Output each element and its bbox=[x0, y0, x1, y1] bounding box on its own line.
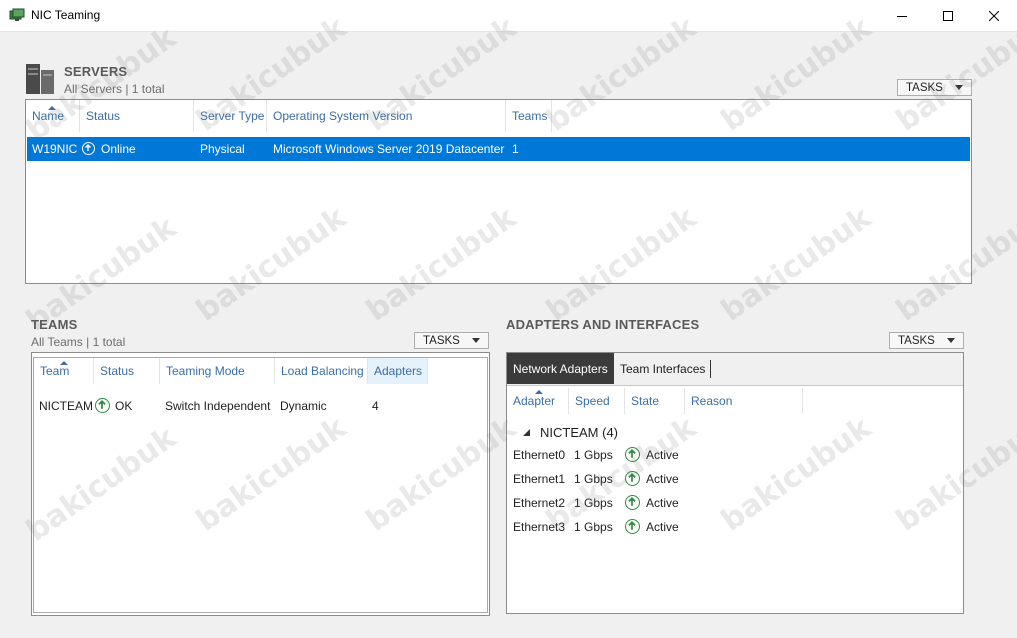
adapters-tasks-label: TASKS bbox=[898, 334, 935, 347]
chevron-down-icon bbox=[955, 85, 963, 90]
team-load-balancing: Dynamic bbox=[280, 399, 327, 413]
teams-col-teaming-mode[interactable]: Teaming Mode bbox=[160, 358, 275, 384]
teams-subtitle: All Teams | 1 total bbox=[31, 335, 126, 349]
team-status: OK bbox=[115, 399, 133, 413]
adapters-panel: Network Adapters Team Interfaces Adapter… bbox=[506, 352, 964, 614]
close-button[interactable] bbox=[971, 0, 1017, 31]
active-status-icon bbox=[625, 447, 640, 462]
team-adapters: 4 bbox=[372, 399, 379, 413]
adapters-tasks-button[interactable]: TASKS bbox=[889, 332, 964, 349]
adapter-speed: 1 Gbps bbox=[574, 448, 613, 462]
server-os: Microsoft Windows Server 2019 Datacenter bbox=[273, 142, 505, 156]
active-status-icon bbox=[625, 471, 640, 486]
sort-ascending-icon bbox=[60, 361, 68, 365]
group-label: NICTEAM (4) bbox=[540, 425, 618, 440]
adapter-speed: 1 Gbps bbox=[574, 472, 613, 486]
servers-table: Name Status Server Type Operating System… bbox=[25, 99, 972, 284]
table-row[interactable]: W19NIC Online Physical Microsoft Windows… bbox=[27, 137, 970, 161]
tab-team-interfaces[interactable]: Team Interfaces bbox=[615, 360, 712, 378]
sort-ascending-icon bbox=[48, 106, 56, 110]
window-title: NIC Teaming bbox=[31, 8, 101, 22]
tab-network-adapters[interactable]: Network Adapters bbox=[507, 353, 614, 384]
teams-panel: Team Status Teaming Mode Load Balancing … bbox=[31, 352, 490, 616]
maximize-icon bbox=[943, 10, 953, 21]
table-row[interactable]: Ethernet1 1 Gbps Active bbox=[507, 469, 963, 491]
adapter-state: Active bbox=[646, 496, 679, 510]
adapter-name: Ethernet2 bbox=[513, 496, 566, 510]
table-row[interactable]: Ethernet0 1 Gbps Active bbox=[507, 445, 963, 467]
teams-col-load-balancing[interactable]: Load Balancing bbox=[275, 358, 368, 384]
adapters-col-reason[interactable]: Reason bbox=[685, 388, 803, 414]
server-type: Physical bbox=[200, 142, 245, 156]
adapter-state: Active bbox=[646, 448, 679, 462]
adapters-tab-strip: Network Adapters Team Interfaces bbox=[507, 353, 963, 386]
adapters-col-state[interactable]: State bbox=[625, 388, 685, 414]
adapters-group-header[interactable]: NICTEAM (4) bbox=[507, 423, 963, 443]
server-teams: 1 bbox=[512, 142, 519, 156]
adapter-state: Active bbox=[646, 520, 679, 534]
teams-tasks-label: TASKS bbox=[423, 334, 460, 347]
servers-col-os-version[interactable]: Operating System Version bbox=[267, 100, 506, 132]
server-status: Online bbox=[101, 142, 136, 156]
collapse-triangle-icon bbox=[523, 429, 530, 436]
adapters-col-adapter[interactable]: Adapter bbox=[507, 388, 569, 414]
servers-tasks-label: TASKS bbox=[906, 81, 943, 94]
servers-tasks-button[interactable]: TASKS bbox=[897, 79, 972, 96]
adapter-speed: 1 Gbps bbox=[574, 496, 613, 510]
teams-col-team[interactable]: Team bbox=[34, 358, 94, 384]
servers-col-teams[interactable]: Teams bbox=[506, 100, 552, 132]
adapter-name: Ethernet3 bbox=[513, 520, 566, 534]
adapters-col-speed[interactable]: Speed bbox=[569, 388, 625, 414]
adapter-state: Active bbox=[646, 472, 679, 486]
nic-teaming-icon bbox=[9, 8, 25, 21]
adapter-speed: 1 Gbps bbox=[574, 520, 613, 534]
sort-ascending-icon bbox=[535, 390, 543, 394]
title-bar: NIC Teaming bbox=[0, 0, 1017, 32]
servers-col-status[interactable]: Status bbox=[80, 100, 194, 132]
table-row[interactable]: NICTEAM OK Switch Independent Dynamic 4 bbox=[34, 396, 487, 418]
teams-title: TEAMS bbox=[31, 317, 78, 332]
active-status-icon bbox=[625, 495, 640, 510]
servers-col-server-type[interactable]: Server Type bbox=[194, 100, 267, 132]
teams-col-adapters[interactable]: Adapters bbox=[368, 358, 428, 384]
chevron-down-icon bbox=[947, 338, 955, 343]
server-name: W19NIC bbox=[32, 142, 78, 156]
maximize-button[interactable] bbox=[925, 0, 971, 31]
online-status-icon bbox=[82, 142, 95, 155]
ok-status-icon bbox=[95, 398, 110, 413]
teams-col-status[interactable]: Status bbox=[94, 358, 160, 384]
servers-icon bbox=[26, 64, 54, 94]
team-mode: Switch Independent bbox=[165, 399, 271, 413]
minimize-button[interactable] bbox=[879, 0, 925, 31]
table-row[interactable]: Ethernet3 1 Gbps Active bbox=[507, 517, 963, 539]
servers-subtitle: All Servers | 1 total bbox=[64, 82, 165, 96]
servers-title: SERVERS bbox=[64, 64, 128, 79]
team-name: NICTEAM bbox=[39, 399, 93, 413]
active-status-icon bbox=[625, 519, 640, 534]
adapter-name: Ethernet1 bbox=[513, 472, 566, 486]
chevron-down-icon bbox=[472, 338, 480, 343]
adapters-title: ADAPTERS AND INTERFACES bbox=[506, 317, 700, 332]
minimize-icon bbox=[897, 15, 907, 17]
teams-table: Team Status Teaming Mode Load Balancing … bbox=[33, 357, 488, 613]
close-icon bbox=[989, 10, 999, 21]
servers-col-name[interactable]: Name bbox=[26, 100, 80, 132]
adapter-name: Ethernet0 bbox=[513, 448, 566, 462]
teams-tasks-button[interactable]: TASKS bbox=[414, 332, 489, 349]
table-row[interactable]: Ethernet2 1 Gbps Active bbox=[507, 493, 963, 515]
